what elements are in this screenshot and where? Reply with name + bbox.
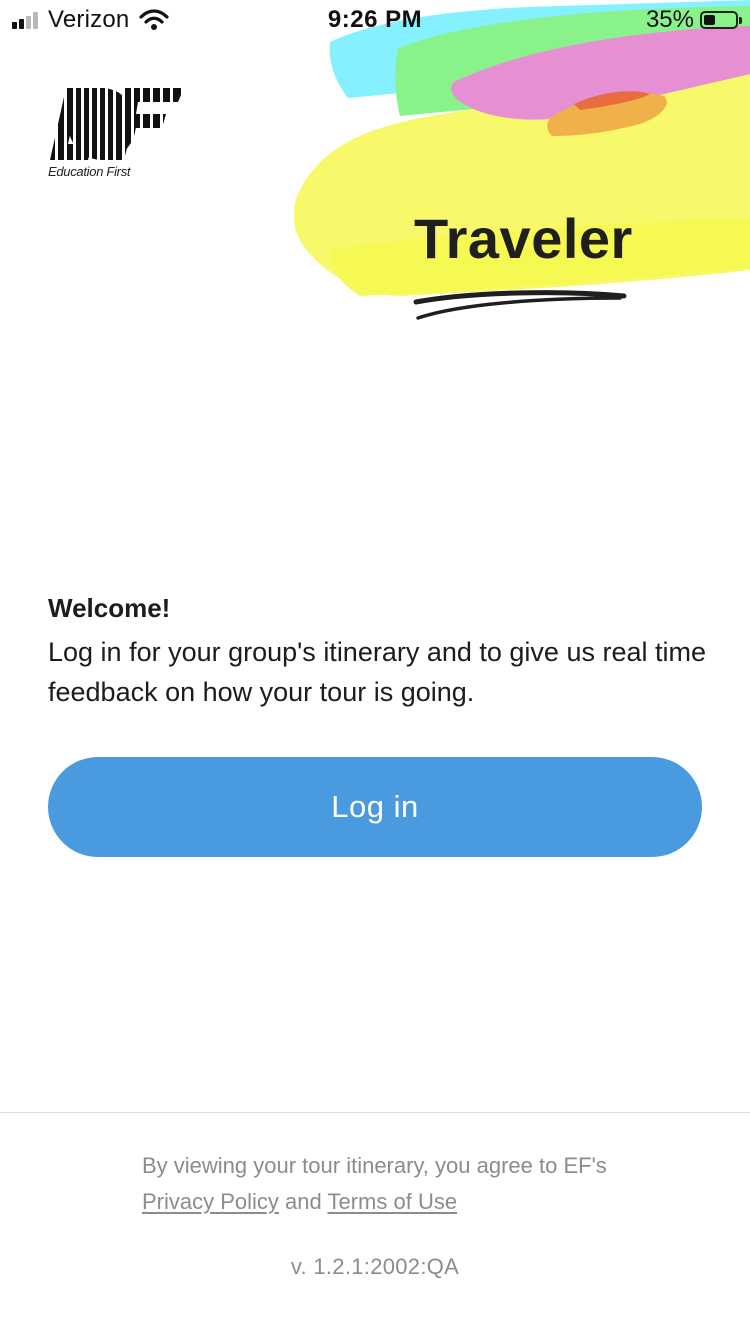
- welcome-heading: Welcome!: [48, 593, 171, 623]
- battery-percent: 35%: [645, 6, 694, 33]
- legal-conjunction: and: [285, 1189, 322, 1214]
- welcome-body: Log in for your group's itinerary and to…: [48, 637, 706, 707]
- title-underline-scribble: [413, 290, 627, 320]
- app-title: Traveler: [414, 207, 633, 270]
- battery-icon: [700, 11, 742, 29]
- status-right: 35%: [645, 6, 742, 34]
- login-button[interactable]: Log in: [48, 757, 702, 857]
- privacy-policy-link[interactable]: Privacy Policy: [142, 1189, 279, 1214]
- battery-fill: [704, 15, 715, 25]
- login-screen: Verizon 9:26 PM 35% Education First Trav…: [0, 0, 750, 1334]
- app-version: v. 1.2.1:2002:QA: [290, 1254, 460, 1279]
- footer-divider: [0, 1112, 750, 1113]
- logo-caption: Education First: [48, 164, 131, 179]
- legal-notice: By viewing your tour itinerary, you agre…: [142, 1148, 642, 1220]
- legal-prefix: By viewing your tour itinerary, you agre…: [142, 1153, 607, 1178]
- terms-of-use-link[interactable]: Terms of Use: [327, 1189, 457, 1214]
- status-time: 9:26 PM: [327, 6, 423, 33]
- battery-nub: [739, 17, 742, 24]
- status-bar: Verizon 9:26 PM 35%: [0, 0, 750, 40]
